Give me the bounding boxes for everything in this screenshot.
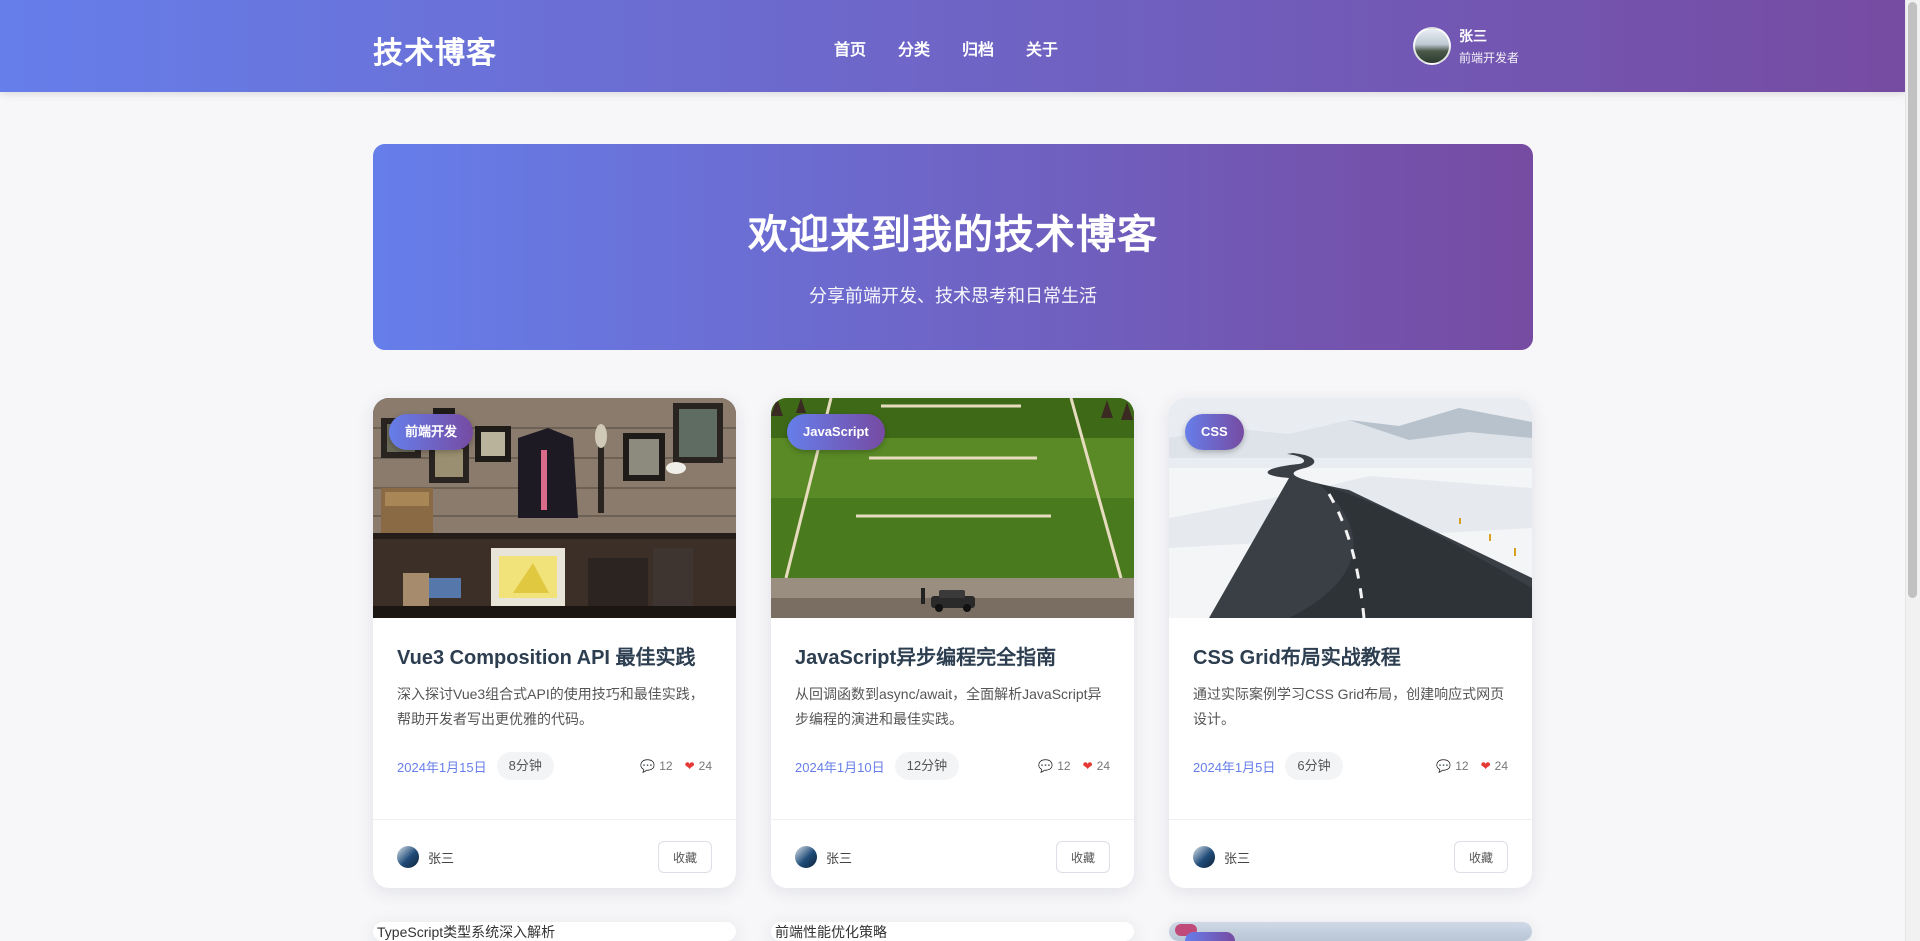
post-cover-image[interactable]: JavaScript (771, 398, 1134, 618)
site-logo[interactable]: 技术博客 (373, 28, 497, 72)
post-title[interactable]: Vue3 Composition API 最佳实践 (397, 641, 696, 670)
post-meta: 2024年1月15日 8分钟 💬 12 ❤ 24 (397, 751, 712, 781)
card-divider (1169, 819, 1532, 820)
heart-icon: ❤ (684, 759, 695, 773)
hero-title: 欢迎来到我的技术博客 (748, 213, 1158, 257)
author-avatar (1193, 846, 1215, 868)
post-tag[interactable]: 前端开发 (389, 414, 474, 450)
page-scrollbar[interactable] (1905, 0, 1920, 941)
post-cover-image[interactable]: 前端开发 (373, 398, 736, 618)
card-footer: 张三 收藏 (397, 840, 712, 874)
nav-home[interactable]: 首页 (834, 36, 866, 60)
post-card[interactable]: 前端开发 Vue3 Composition API 最佳实践 深入探讨Vue3组… (373, 398, 736, 888)
author-avatar (795, 846, 817, 868)
heart-icon: ❤ (1480, 759, 1491, 773)
comment-icon: 💬 (1038, 759, 1054, 773)
comment-icon: 💬 (1436, 759, 1452, 773)
post-cover-image[interactable] (1169, 922, 1532, 941)
broken-image-alt: 前端性能优化策略 (775, 924, 887, 940)
card-divider (771, 819, 1134, 820)
scrollbar-thumb[interactable] (1908, 2, 1917, 598)
post-description: 从回调函数到async/await，全面解析JavaScript异步编程的演进和… (795, 686, 1102, 727)
card-footer: 张三 收藏 (795, 840, 1110, 874)
post-description: 通过实际案例学习CSS Grid布局，创建响应式网页设计。 (1193, 686, 1505, 727)
post-title[interactable]: CSS Grid布局实战教程 (1193, 641, 1401, 670)
read-time-badge: 12分钟 (894, 752, 960, 780)
nav-about[interactable]: 关于 (1026, 36, 1058, 60)
favorite-button[interactable]: 收藏 (1055, 841, 1110, 873)
post-cover-image[interactable]: CSS (1169, 398, 1532, 618)
card-divider (373, 819, 736, 820)
read-time-badge: 6分钟 (1285, 752, 1343, 780)
nav-archive[interactable]: 归档 (962, 36, 994, 60)
nav-categories[interactable]: 分类 (898, 36, 930, 60)
post-description: 深入探讨Vue3组合式API的使用技巧和最佳实践，帮助开发者写出更优雅的代码。 (397, 686, 704, 727)
comment-icon: 💬 (640, 759, 656, 773)
like-count[interactable]: ❤ 24 (1481, 759, 1508, 773)
post-card[interactable]: TypeScript类型系统深入解析 (373, 922, 736, 941)
broken-image-alt: TypeScript类型系统深入解析 (377, 924, 556, 940)
comment-count[interactable]: 💬 12 (640, 759, 672, 773)
like-count[interactable]: ❤ 24 (1083, 759, 1110, 773)
post-card[interactable]: JavaScript JavaScript异步编程完全指南 从回调函数到asyn… (771, 398, 1134, 888)
author-avatar (397, 846, 419, 868)
author-name: 张三 (1224, 850, 1251, 866)
card-footer: 张三 收藏 (1193, 840, 1508, 874)
like-count[interactable]: ❤ 24 (685, 759, 712, 773)
user-avatar[interactable] (1413, 27, 1451, 65)
comment-count[interactable]: 💬 12 (1436, 759, 1468, 773)
post-meta: 2024年1月10日 12分钟 💬 12 ❤ 24 (795, 751, 1110, 781)
post-date[interactable]: 2024年1月15日 (397, 757, 487, 776)
post-tag[interactable]: JavaScript (787, 414, 885, 450)
post-card[interactable]: CSS CSS Grid布局实战教程 通过实际案例学习CSS Grid布局，创建… (1169, 398, 1532, 888)
user-name: 张三 (1459, 28, 1487, 44)
favorite-button[interactable]: 收藏 (657, 841, 712, 873)
post-tag[interactable]: CSS (1185, 414, 1244, 450)
user-role: 前端开发者 (1459, 51, 1520, 65)
hero-subtitle: 分享前端开发、技术思考和日常生活 (809, 286, 1097, 306)
read-time-badge: 8分钟 (496, 752, 554, 780)
tag-stub (1185, 932, 1235, 941)
heart-icon: ❤ (1082, 759, 1093, 773)
user-profile[interactable]: 张三 前端开发者 (1413, 26, 1519, 66)
post-date[interactable]: 2024年1月5日 (1193, 757, 1275, 776)
comment-count[interactable]: 💬 12 (1038, 759, 1070, 773)
author-name: 张三 (428, 850, 455, 866)
post-card[interactable] (1169, 922, 1532, 941)
post-date[interactable]: 2024年1月10日 (795, 757, 885, 776)
main-nav: 首页 分类 归档 关于 (834, 36, 1058, 60)
author-name: 张三 (826, 850, 853, 866)
hero-banner: 欢迎来到我的技术博客 分享前端开发、技术思考和日常生活 (373, 144, 1533, 350)
post-meta: 2024年1月5日 6分钟 💬 12 ❤ 24 (1193, 751, 1508, 781)
post-title[interactable]: JavaScript异步编程完全指南 (795, 641, 1056, 670)
post-card[interactable]: 前端性能优化策略 (771, 922, 1134, 941)
favorite-button[interactable]: 收藏 (1453, 841, 1508, 873)
site-header: 技术博客 首页 分类 归档 关于 张三 前端开发者 (0, 0, 1905, 92)
